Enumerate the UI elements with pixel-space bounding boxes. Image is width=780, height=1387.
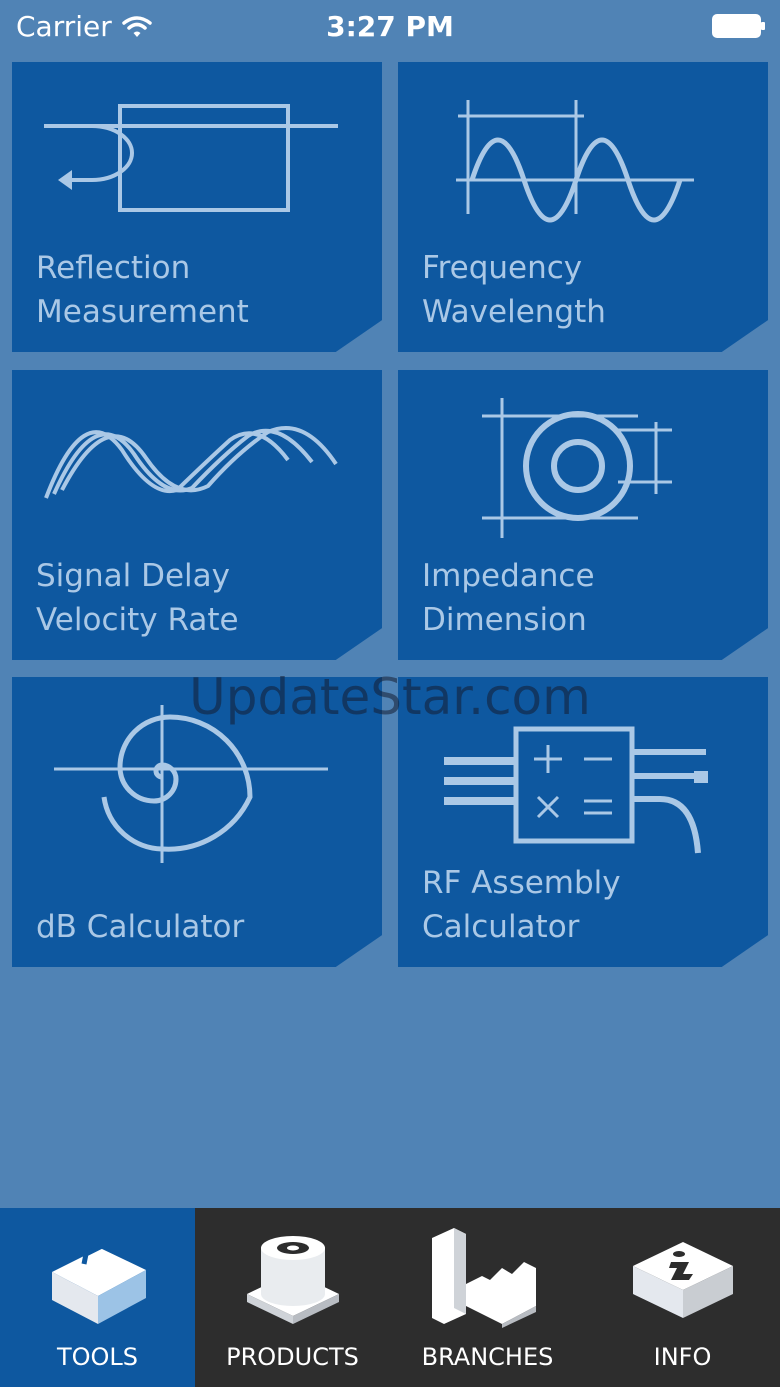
tile-label: Signal Delay Velocity Rate [36,554,239,642]
tile-label: Reflection Measurement [36,246,249,334]
tile-label-line1: Reflection [36,250,191,286]
tab-label: TOOLS [56,1343,139,1371]
info-block-icon [633,1242,733,1318]
tab-branches[interactable]: BRANCHES [390,1208,585,1387]
tile-label: Impedance Dimension [422,554,595,642]
factory-icon [432,1228,536,1328]
tile-label: dB Calculator [36,905,244,949]
tile-label: RF Assembly Calculator [422,861,621,949]
tile-reflection-measurement[interactable]: Reflection Measurement [12,62,382,352]
tile-label-line2: Measurement [36,294,249,330]
reflection-icon [44,104,338,212]
tab-bar: TOOLS PRODUCTS BRANCHES INFO [0,1208,780,1387]
battery-icon [712,14,765,38]
watermark: UpdateStar.com [189,668,591,726]
tile-label-line1: RF Assembly [422,865,621,901]
tile-label-line1: Frequency [422,250,583,286]
tab-label: PRODUCTS [226,1343,359,1371]
tile-signal-delay-velocity-rate[interactable]: Signal Delay Velocity Rate [12,370,382,660]
connector-icon [247,1236,339,1324]
tile-frequency-wavelength[interactable]: Frequency Wavelength [398,62,768,352]
tab-label: INFO [653,1343,712,1371]
tile-label: Frequency Wavelength [422,246,606,334]
tile-label-line2: dB Calculator [36,909,245,945]
tile-label-line2: Velocity Rate [36,602,239,638]
coax-cross-section-icon [482,398,672,538]
tile-label-line2: Wavelength [422,294,606,330]
status-time: 3:27 PM [326,10,454,43]
tile-label-line1: Signal Delay [36,558,230,594]
tab-info[interactable]: INFO [585,1208,780,1387]
toolbox-icon [52,1238,146,1324]
tab-tools[interactable]: TOOLS [0,1208,195,1387]
delay-waves-icon [44,426,338,499]
sine-wave-icon [456,100,694,223]
tile-label-line2: Dimension [422,602,587,638]
tile-label-line2: Calculator [422,909,580,945]
status-bar: Carrier 3:27 PM [0,0,780,54]
tab-label: BRANCHES [421,1343,554,1371]
tile-label-line1: Impedance [422,558,595,594]
tab-products[interactable]: PRODUCTS [195,1208,390,1387]
tile-impedance-dimension[interactable]: Impedance Dimension [398,370,768,660]
